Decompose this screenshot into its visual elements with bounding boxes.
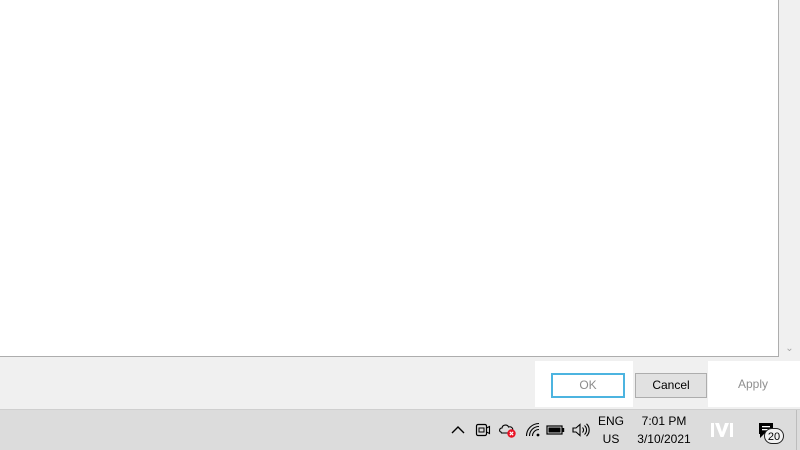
- language-code: ENG: [597, 414, 624, 428]
- show-desktop-button[interactable]: [796, 410, 797, 450]
- taskbar-clock[interactable]: 7:01 PM 3/10/2021: [632, 412, 696, 448]
- meet-now-icon[interactable]: [474, 420, 492, 440]
- chevron-up-icon[interactable]: [449, 420, 467, 440]
- clock-time: 7:01 PM: [641, 414, 687, 428]
- language-region: US: [602, 432, 620, 446]
- notification-count-badge: 20: [764, 428, 784, 444]
- dialog-content-area: [0, 0, 779, 357]
- onedrive-error-icon[interactable]: [498, 420, 518, 440]
- wifi-icon[interactable]: [524, 420, 542, 440]
- battery-icon[interactable]: [546, 420, 566, 440]
- vertical-scrollbar[interactable]: ⌄: [779, 0, 800, 357]
- apply-button[interactable]: Apply: [716, 373, 790, 398]
- volume-icon[interactable]: [571, 420, 591, 440]
- scroll-down-arrow-icon[interactable]: ⌄: [779, 343, 800, 355]
- ok-button[interactable]: OK: [551, 373, 625, 398]
- clock-date: 3/10/2021: [637, 432, 691, 446]
- mw-logo-icon: [708, 419, 736, 441]
- cancel-button[interactable]: Cancel: [635, 373, 707, 398]
- input-language-indicator[interactable]: ENG US: [596, 412, 626, 448]
